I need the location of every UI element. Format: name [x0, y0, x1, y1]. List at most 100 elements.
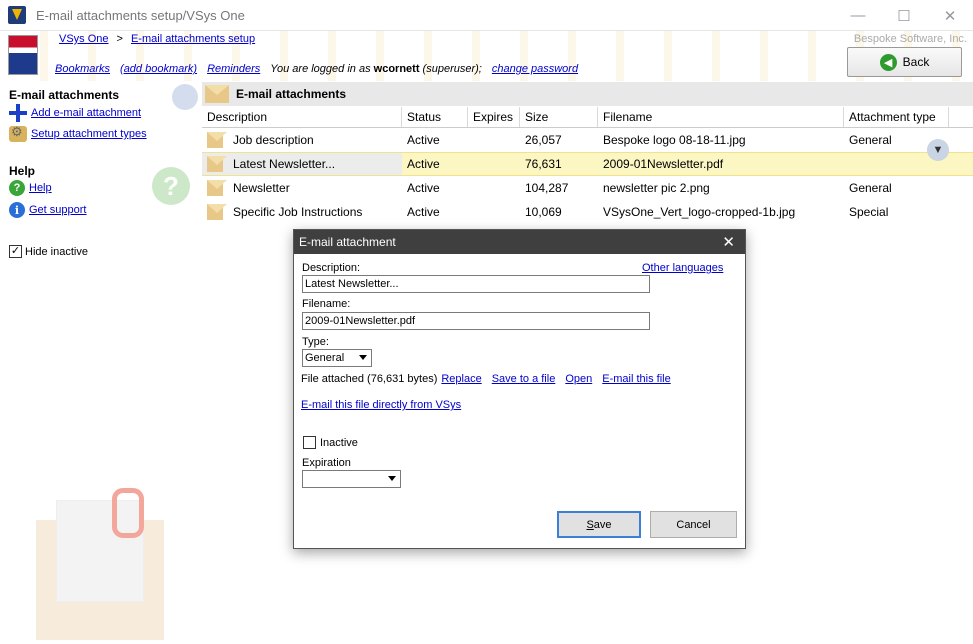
row-type: Special: [849, 205, 889, 219]
hide-inactive-checkbox[interactable]: ✓: [9, 245, 22, 258]
type-label: Type:: [302, 336, 329, 348]
gear-icon: [9, 124, 27, 142]
flag-logo: [8, 35, 38, 75]
row-size: 76,631: [525, 157, 562, 171]
email-directly-link[interactable]: E-mail this file directly from VSys: [301, 399, 461, 411]
dialog-title: E-mail attachment: [299, 235, 396, 249]
row-status: Active: [407, 205, 440, 219]
envelope-icon: [207, 132, 223, 148]
save-button[interactable]: Save: [557, 511, 641, 538]
column-status[interactable]: Status: [402, 107, 468, 127]
breadcrumb-root-link[interactable]: VSys One: [59, 33, 109, 45]
replace-link[interactable]: Replace: [441, 373, 481, 385]
window-titlebar: E-mail attachments setup/VSys One — ☐ ✕: [0, 0, 973, 31]
row-size: 26,057: [525, 133, 562, 147]
table-row[interactable]: Job description Active 26,057 Bespoke lo…: [202, 128, 973, 152]
row-filename: VSysOne_Vert_logo-cropped-1b.jpg: [603, 205, 796, 219]
section-title: E-mail attachments: [236, 87, 347, 101]
envelope-watermark-icon: [36, 488, 164, 640]
column-type[interactable]: Attachment type: [844, 107, 949, 127]
table-row[interactable]: Specific Job Instructions Active 10,069 …: [202, 200, 973, 224]
file-attached-text: File attached (76,631 bytes): [301, 373, 438, 385]
other-languages-link[interactable]: Other languages: [642, 262, 723, 274]
save-to-file-link[interactable]: Save to a file: [492, 373, 556, 385]
row-type: General: [849, 181, 892, 195]
change-password-link[interactable]: change password: [492, 63, 578, 75]
column-filename[interactable]: Filename: [598, 107, 844, 127]
support-item[interactable]: i Get support: [9, 202, 86, 218]
row-status: Active: [407, 157, 440, 171]
inactive-row[interactable]: Inactive: [303, 436, 358, 449]
table-row-selected[interactable]: Latest Newsletter... Active 76,631 2009-…: [202, 152, 973, 176]
add-attachment-link[interactable]: Add e-mail attachment: [31, 107, 141, 119]
attachments-table: Description Status Expires Size Filename…: [202, 107, 973, 224]
back-label: Back: [902, 55, 930, 69]
help-link[interactable]: Help: [29, 182, 52, 194]
setup-types-link[interactable]: Setup attachment types: [31, 128, 147, 140]
row-status: Active: [407, 181, 440, 195]
nav-row: Bookmarks (add bookmark) Reminders You a…: [55, 63, 578, 75]
column-expires[interactable]: Expires: [468, 107, 520, 127]
reminders-link[interactable]: Reminders: [207, 63, 260, 75]
breadcrumb-current-link[interactable]: E-mail attachments setup: [131, 33, 255, 45]
row-description: Latest Newsletter...: [233, 157, 336, 171]
dialog-close-icon[interactable]: ✕: [722, 233, 735, 251]
window-controls: — ☐ ✕: [835, 0, 973, 31]
file-actions-row: File attached (76,631 bytes) Replace Sav…: [301, 373, 671, 385]
row-description: Specific Job Instructions: [233, 205, 363, 219]
back-arrow-icon: ◀: [879, 53, 897, 71]
breadcrumb: VSys One > E-mail attachments setup: [59, 33, 255, 45]
hide-inactive-row[interactable]: ✓ Hide inactive: [9, 245, 88, 258]
setup-types-item[interactable]: Setup attachment types: [9, 124, 147, 142]
envelope-icon: [207, 156, 223, 172]
cancel-label: Cancel: [676, 518, 711, 531]
filter-icon[interactable]: ▼: [927, 139, 949, 161]
row-status: Active: [407, 133, 440, 147]
cancel-button[interactable]: Cancel: [650, 511, 737, 538]
section-header: E-mail attachments: [202, 82, 973, 106]
row-description: Job description: [233, 133, 314, 147]
email-file-link[interactable]: E-mail this file: [602, 373, 670, 385]
filename-input[interactable]: [302, 312, 650, 330]
type-select[interactable]: General: [302, 349, 372, 367]
row-filename: Bespoke logo 08-18-11.jpg: [603, 133, 746, 147]
close-button[interactable]: ✕: [927, 0, 973, 31]
open-link[interactable]: Open: [565, 373, 592, 385]
support-link[interactable]: Get support: [29, 204, 86, 216]
email-attachment-dialog: E-mail attachment ✕ Description: Other l…: [293, 229, 746, 549]
back-button[interactable]: ◀ Back: [847, 47, 962, 77]
vendor-name: Bespoke Software, Inc.: [853, 33, 967, 45]
bookmarks-link[interactable]: Bookmarks: [55, 63, 110, 75]
plus-icon: [9, 104, 27, 122]
description-input[interactable]: [302, 275, 650, 293]
row-description: Newsletter: [233, 181, 290, 195]
row-filename: 2009-01Newsletter.pdf: [603, 157, 724, 171]
envelope-icon: [207, 180, 223, 196]
hide-inactive-label: Hide inactive: [25, 245, 88, 258]
row-size: 10,069: [525, 205, 562, 219]
chevron-down-icon: [388, 476, 396, 481]
table-row[interactable]: Newsletter Active 104,287 newsletter pic…: [202, 176, 973, 200]
inactive-checkbox[interactable]: [303, 436, 316, 449]
inactive-label: Inactive: [320, 436, 358, 449]
username: wcornett: [373, 63, 420, 75]
column-size[interactable]: Size: [520, 107, 598, 127]
sidebar-title: E-mail attachments: [9, 88, 120, 102]
maximize-button[interactable]: ☐: [881, 0, 927, 31]
table-header: Description Status Expires Size Filename…: [202, 107, 973, 128]
add-bookmark-link[interactable]: (add bookmark): [120, 63, 197, 75]
info-icon: i: [9, 202, 25, 218]
expiration-label: Expiration: [302, 457, 351, 469]
help-icon: ?: [9, 180, 25, 196]
help-item[interactable]: ? Help: [9, 180, 52, 196]
row-filename: newsletter pic 2.png: [603, 181, 710, 195]
expiration-select[interactable]: [302, 470, 401, 488]
minimize-button[interactable]: —: [835, 0, 881, 31]
chevron-down-icon: [359, 355, 367, 360]
column-description[interactable]: Description: [202, 107, 402, 127]
window-title: E-mail attachments setup/VSys One: [36, 7, 245, 23]
login-status: You are logged in as wcornett (superuser…: [270, 63, 482, 75]
app-icon: [8, 6, 26, 24]
add-attachment-item[interactable]: Add e-mail attachment: [9, 104, 141, 122]
envelope-icon: [205, 85, 229, 103]
